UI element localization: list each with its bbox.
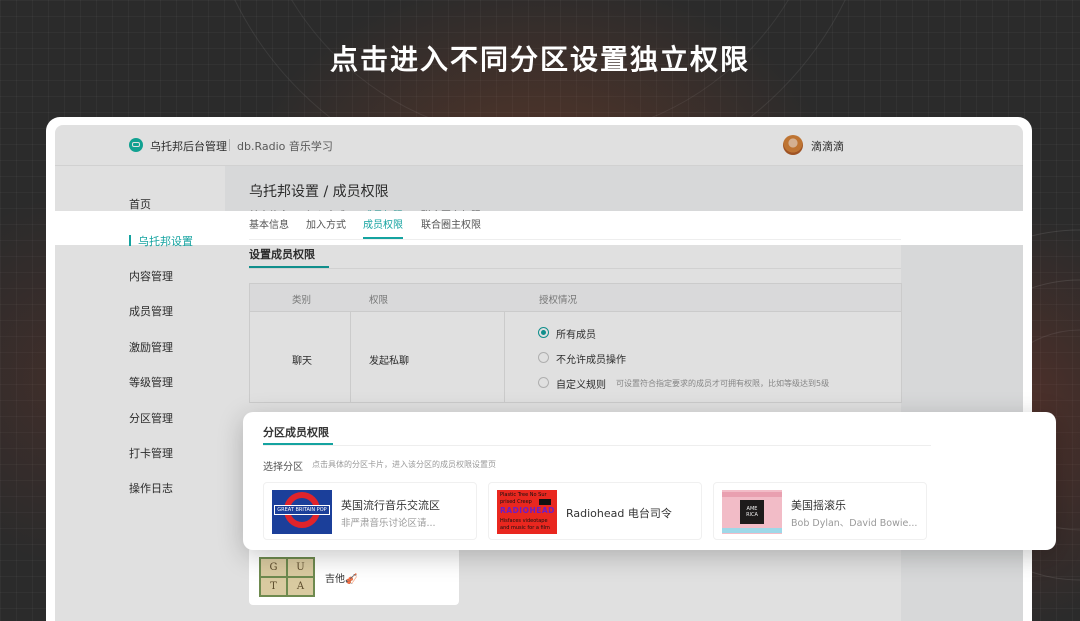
thumb-text: and music for a film [500,525,550,531]
tab-co-owner-permissions-highlight[interactable]: 联合圈主权限 [421,216,481,231]
zone-card-us-rock[interactable]: AME RICA 美国摇滚乐 Bob Dylan、David Bowie... [713,482,927,540]
popup-divider [263,445,931,446]
thumb-letter: A [288,578,313,595]
radiohead-thumbnail: Plastic Tree No Sur prised Creep RADIOHE… [497,490,557,534]
thumb-square: AME RICA [740,500,764,524]
zone-card-radiohead[interactable]: Plastic Tree No Sur prised Creep RADIOHE… [488,482,702,540]
thumb-black-block [539,499,551,505]
zone-desc: 非严肃音乐讨论区请... [341,518,436,529]
guitar-zone-name: 吉他🎻 [325,574,358,585]
zone-permissions-popup: 分区成员权限 选择分区 点击具体的分区卡片，进入该分区的成员权限设置页 GREA… [243,412,1056,550]
thumb-text: Plastic Tree No Sur [500,492,547,498]
guitar-zone-thumbnail: G U T A [259,557,315,597]
tab-basic-info-highlight[interactable]: 基本信息 [249,216,289,231]
thumb-strip [722,528,782,533]
zone-name: Radiohead 电台司令 [566,507,672,520]
popup-title: 分区成员权限 [263,426,329,439]
thumb-title: RADIOHEAD [500,506,555,515]
zone-card-guitar[interactable]: G U T A 吉他🎻 [249,547,459,605]
sidebar-item-utopia-settings-highlight[interactable]: 乌托邦设置 [138,233,193,249]
popup-subtitle: 选择分区 [263,462,303,473]
thumb-letter: T [261,578,286,595]
zone-name: 美国摇滚乐 [791,499,846,512]
thumb-strip [722,492,782,497]
popup-title-underline [263,443,333,445]
thumb-text: prised Creep [500,499,532,505]
thumb-text: Hisfaces videotape [500,518,548,524]
zone-desc: Bob Dylan、David Bowie... [791,518,918,529]
zone-name: 英国流行音乐交流区 [341,499,440,512]
roundel-bar: GREAT BRITAIN POP [274,505,330,515]
uk-pop-thumbnail: GREAT BRITAIN POP [272,490,332,534]
tab-member-permissions-highlight[interactable]: 成员权限 [363,216,403,231]
tab-join-method-highlight[interactable]: 加入方式 [306,216,346,231]
highlighted-active-nav-strip: 乌托邦设置 基本信息 加入方式 成员权限 联合圈主权限 [55,211,1023,248]
zone-card-uk-pop[interactable]: GREAT BRITAIN POP 英国流行音乐交流区 非严肃音乐讨论区请... [263,482,477,540]
thumb-letter: G [261,559,286,576]
thumb-letter: U [288,559,313,576]
us-rock-thumbnail: AME RICA [722,490,782,534]
headline: 点击进入不同分区设置独立权限 [329,43,750,76]
popup-hint: 点击具体的分区卡片，进入该分区的成员权限设置页 [312,460,496,469]
tab-bar-line-highlight [249,239,901,240]
sidebar-active-indicator-highlight [129,235,131,246]
